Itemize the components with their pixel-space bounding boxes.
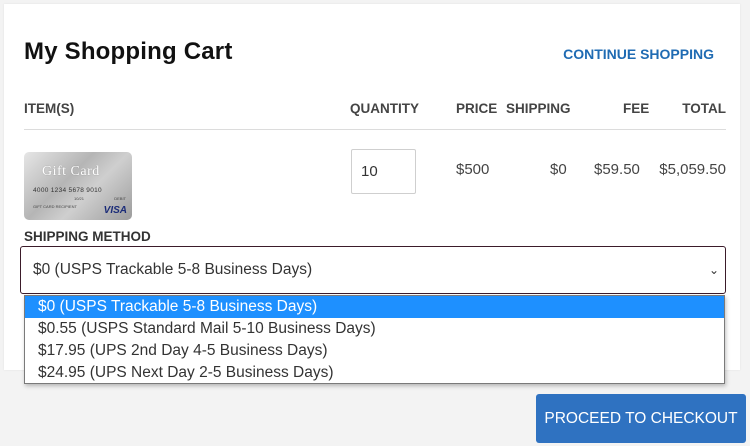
proceed-to-checkout-button[interactable]: PROCEED TO CHECKOUT: [536, 394, 746, 443]
shipping-option[interactable]: $17.95 (UPS 2nd Day 4-5 Business Days): [25, 340, 724, 362]
shipping-option[interactable]: $24.95 (UPS Next Day 2-5 Business Days): [25, 362, 724, 384]
header-divider: [24, 129, 726, 130]
gift-card-recipient: GIFT CARD RECIPIENT: [33, 204, 77, 209]
shipping-option[interactable]: $0 (USPS Trackable 5-8 Business Days): [25, 296, 724, 318]
continue-shopping-link[interactable]: CONTINUE SHOPPING: [563, 46, 714, 62]
column-header-quantity: QUANTITY: [350, 101, 419, 116]
item-price: $500: [456, 161, 490, 178]
shipping-method-select[interactable]: $0 (USPS Trackable 5-8 Business Days) ⌄: [20, 246, 726, 294]
shipping-method-dropdown: $0 (USPS Trackable 5-8 Business Days) $0…: [24, 295, 725, 384]
shipping-method-label: SHIPPING METHOD: [24, 229, 151, 244]
gift-card-number: 4000 1234 5678 9010: [33, 187, 102, 194]
column-header-shipping: SHIPPING: [506, 101, 571, 116]
column-header-items: ITEM(S): [24, 101, 75, 116]
item-fee: $59.50: [594, 161, 640, 178]
item-total: $5,059.50: [659, 161, 726, 178]
chevron-down-icon: ⌄: [708, 263, 719, 277]
visa-logo: VISA: [103, 205, 127, 216]
quantity-input[interactable]: [351, 149, 416, 194]
column-header-fee: FEE: [623, 101, 650, 116]
shipping-method-selected-value: $0 (USPS Trackable 5-8 Business Days): [33, 261, 313, 278]
gift-card-title: Gift Card: [42, 164, 100, 179]
item-shipping: $0: [550, 161, 567, 178]
shipping-option[interactable]: $0.55 (USPS Standard Mail 5-10 Business …: [25, 318, 724, 340]
gift-card-image: Gift Card 4000 1234 5678 9010 10/21 DEBI…: [24, 152, 132, 220]
gift-card-debit: DEBIT: [114, 196, 126, 201]
page-title: My Shopping Cart: [24, 38, 233, 65]
column-header-total: TOTAL: [682, 101, 726, 116]
gift-card-expiry: 10/21: [74, 196, 85, 201]
column-header-price: PRICE: [456, 101, 498, 116]
